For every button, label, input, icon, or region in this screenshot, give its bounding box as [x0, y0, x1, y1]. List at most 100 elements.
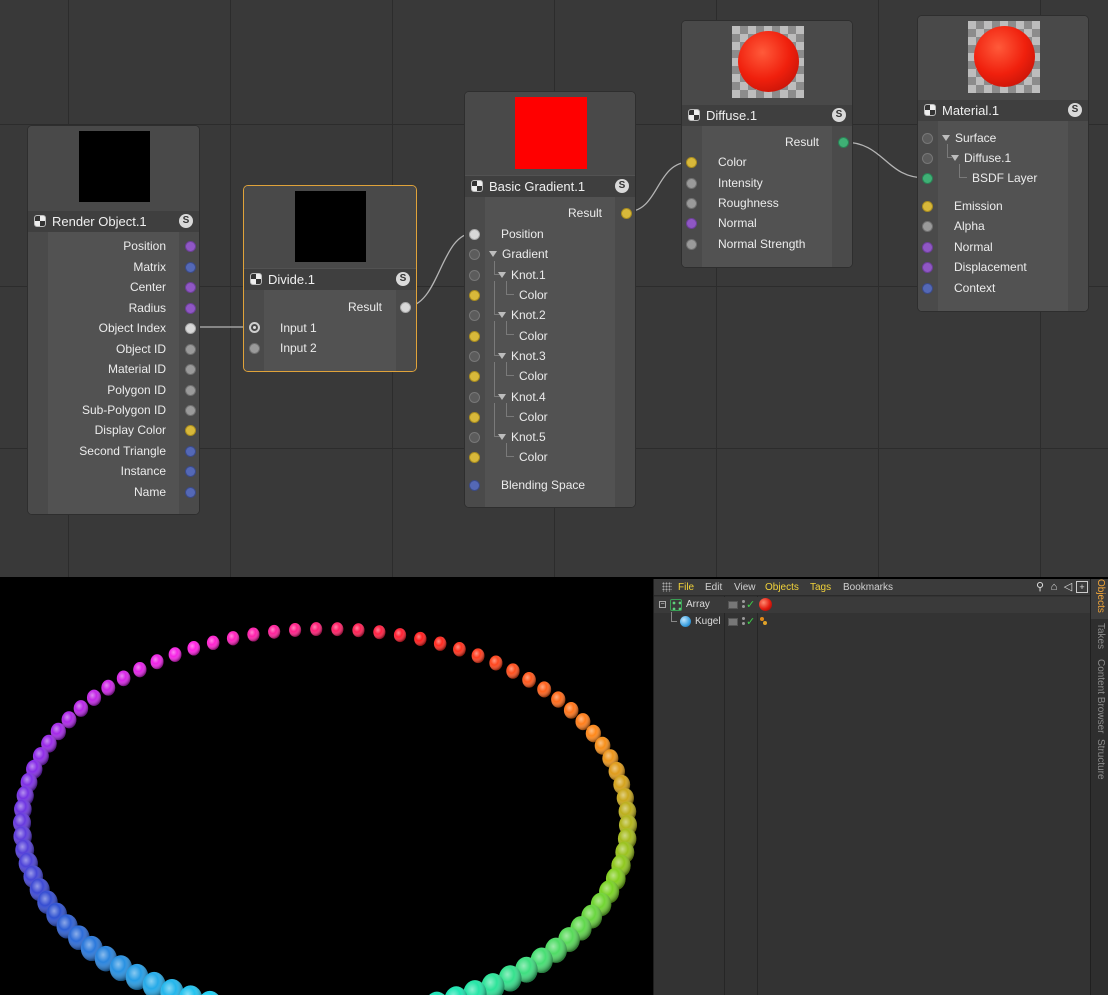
basic-gradient-node[interactable]: Basic Gradient.1 S Result Position Gradi… [464, 91, 636, 508]
node-editor[interactable]: Render Object.1 S Position Matrix Center… [0, 0, 1108, 577]
output-port-instance[interactable] [185, 466, 196, 477]
enabled-check-icon[interactable]: ✓ [746, 615, 755, 628]
solo-badge-icon[interactable]: S [396, 272, 410, 286]
output-port-object-id[interactable] [185, 344, 196, 355]
output-port-polygon-id[interactable] [185, 385, 196, 396]
output-port-center[interactable] [185, 282, 196, 293]
object-name-array[interactable]: Array [686, 599, 710, 610]
enabled-check-icon[interactable]: ✓ [746, 598, 755, 611]
input-port-intensity[interactable] [686, 178, 697, 189]
input-label-gradient[interactable]: Gradient [489, 247, 548, 261]
side-tab-content-browser[interactable]: Content Browser [1091, 659, 1108, 737]
input-port-normal[interactable] [922, 242, 933, 253]
input-label-knot-4[interactable]: Knot.4 [498, 390, 546, 404]
object-name-kugel[interactable]: Kugel [695, 616, 721, 627]
output-port-second-triangle[interactable] [185, 446, 196, 457]
output-port-result[interactable] [400, 302, 411, 313]
input-label-knot-2[interactable]: Knot.2 [498, 308, 546, 322]
input-port-position[interactable] [469, 229, 480, 240]
input-port-input-1[interactable] [249, 322, 260, 333]
input-port-emission[interactable] [922, 201, 933, 212]
input-port-knot-1-color[interactable] [469, 290, 480, 301]
input-port-displacement[interactable] [922, 262, 933, 273]
node-header[interactable]: Basic Gradient.1 S [465, 176, 635, 197]
output-port-position[interactable] [185, 241, 196, 252]
render-object-node[interactable]: Render Object.1 S Position Matrix Center… [27, 125, 200, 515]
input-port-context[interactable] [922, 283, 933, 294]
input-label-diffuse[interactable]: Diffuse.1 [951, 151, 1011, 165]
expand-triangle-icon[interactable] [951, 155, 959, 161]
expand-triangle-icon[interactable] [498, 394, 506, 400]
menu-tags[interactable]: Tags [810, 582, 831, 593]
node-header[interactable]: Render Object.1 S [28, 211, 199, 232]
menu-edit[interactable]: Edit [705, 582, 722, 593]
input-label-surface[interactable]: Surface [942, 131, 996, 145]
diffuse-node[interactable]: Diffuse.1 S Result Color Intensity Rough… [681, 20, 853, 268]
input-port-roughness[interactable] [686, 198, 697, 209]
back-icon[interactable]: ◁ [1062, 581, 1074, 593]
node-header[interactable]: Divide.1 S [244, 269, 416, 290]
side-tab-objects[interactable]: Objects [1091, 579, 1108, 619]
output-port-sub-polygon-id[interactable] [185, 405, 196, 416]
output-port-matrix[interactable] [185, 262, 196, 273]
search-icon[interactable]: ⚲ [1034, 581, 1046, 593]
node-header[interactable]: Diffuse.1 S [682, 105, 852, 126]
output-port-result[interactable] [621, 208, 632, 219]
input-port-knot-1[interactable] [469, 270, 480, 281]
object-row-array[interactable]: − Array ✓ [654, 597, 1091, 613]
solo-badge-icon[interactable]: S [1068, 103, 1082, 117]
side-tab-structure[interactable]: Structure [1091, 739, 1108, 787]
output-port-result[interactable] [838, 137, 849, 148]
input-label-knot-5[interactable]: Knot.5 [498, 430, 546, 444]
layer-flag-icon[interactable] [728, 618, 738, 626]
input-port-gradient[interactable] [469, 249, 480, 260]
input-port-knot-3[interactable] [469, 351, 480, 362]
output-port-object-index[interactable] [185, 323, 196, 334]
input-port-normal-strength[interactable] [686, 239, 697, 250]
menu-view[interactable]: View [734, 582, 756, 593]
output-port-name[interactable] [185, 487, 196, 498]
material-tag-icon[interactable] [759, 598, 772, 611]
output-port-radius[interactable] [185, 303, 196, 314]
input-port-knot-5-color[interactable] [469, 452, 480, 463]
expand-triangle-icon[interactable] [489, 251, 497, 257]
expand-triangle-icon[interactable] [498, 272, 506, 278]
output-port-material-id[interactable] [185, 364, 196, 375]
layer-flag-icon[interactable] [728, 601, 738, 609]
solo-badge-icon[interactable]: S [179, 214, 193, 228]
input-port-knot-2-color[interactable] [469, 331, 480, 342]
input-port-alpha[interactable] [922, 221, 933, 232]
side-tab-takes[interactable]: Takes [1091, 623, 1108, 653]
input-label-knot-1[interactable]: Knot.1 [498, 268, 546, 282]
panel-grip-icon[interactable] [662, 582, 672, 592]
input-port-knot-5[interactable] [469, 432, 480, 443]
input-port-diffuse[interactable] [922, 153, 933, 164]
input-port-blending-space[interactable] [469, 480, 480, 491]
input-port-bsdf-layer[interactable] [922, 173, 933, 184]
expand-triangle-icon[interactable] [942, 135, 950, 141]
collapse-toggle-icon[interactable]: − [659, 601, 666, 608]
material-node[interactable]: Material.1 S Surface Diffuse.1 BSDF Laye… [917, 15, 1089, 312]
input-label-knot-3[interactable]: Knot.3 [498, 349, 546, 363]
menu-objects[interactable]: Objects [765, 582, 799, 593]
solo-badge-icon[interactable]: S [832, 108, 846, 122]
input-port-surface[interactable] [922, 133, 933, 144]
node-header[interactable]: Material.1 S [918, 100, 1088, 121]
object-row-kugel[interactable]: Kugel ✓ [654, 612, 1091, 630]
input-port-input-2[interactable] [249, 343, 260, 354]
solo-badge-icon[interactable]: S [615, 179, 629, 193]
home-icon[interactable]: ⌂ [1048, 581, 1060, 593]
output-port-display-color[interactable] [185, 425, 196, 436]
menu-bookmarks[interactable]: Bookmarks [843, 582, 893, 593]
divide-node[interactable]: Divide.1 S Result Input 1 Input 2 [243, 185, 417, 372]
expand-triangle-icon[interactable] [498, 434, 506, 440]
input-port-knot-4-color[interactable] [469, 412, 480, 423]
render-viewport[interactable] [0, 579, 651, 995]
tag-icon[interactable] [760, 617, 768, 626]
expand-triangle-icon[interactable] [498, 353, 506, 359]
new-panel-icon[interactable]: + [1076, 581, 1088, 593]
input-port-knot-4[interactable] [469, 392, 480, 403]
input-port-normal[interactable] [686, 218, 697, 229]
input-port-color[interactable] [686, 157, 697, 168]
input-port-knot-2[interactable] [469, 310, 480, 321]
